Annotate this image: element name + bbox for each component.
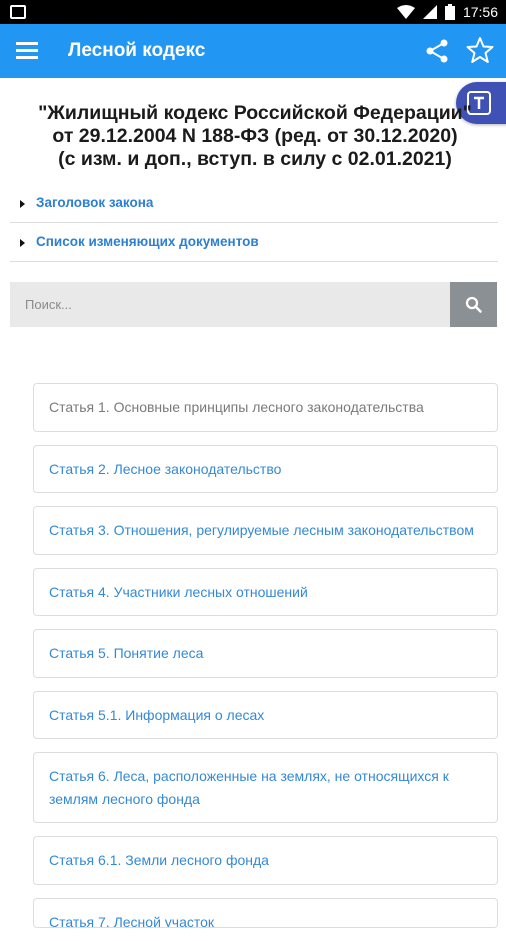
law-header-expander[interactable]: Заголовок закона	[10, 185, 498, 223]
article-item[interactable]: Статья 3. Отношения, регулируемые лесным…	[33, 506, 498, 555]
share-icon[interactable]	[424, 38, 450, 64]
search-button[interactable]	[450, 282, 497, 327]
search-bar	[10, 282, 497, 327]
article-item[interactable]: Статья 7. Лесной участок	[33, 897, 498, 928]
status-time: 17:56	[462, 4, 498, 20]
search-input[interactable]	[10, 282, 450, 327]
search-icon	[465, 296, 482, 313]
document-title-line: "Жилищный кодекс Российской Федерации"	[38, 102, 472, 124]
article-item[interactable]: Статья 5. Понятие леса	[33, 629, 498, 678]
article-item[interactable]: Статья 6. Леса, расположенные на землях,…	[33, 752, 498, 823]
signal-icon	[422, 5, 437, 19]
status-icons: 17:56	[396, 0, 498, 24]
app-title: Лесной кодекс	[68, 40, 206, 61]
status-bar: 17:56	[0, 0, 506, 24]
expander-label: Список изменяющих документов	[36, 234, 259, 249]
article-item[interactable]: Статья 2. Лесное законодательство	[33, 444, 498, 493]
notification-icon	[10, 5, 26, 19]
menu-icon[interactable]	[14, 39, 40, 63]
app-bar: Лесной кодекс	[0, 24, 506, 78]
amending-docs-expander[interactable]: Список изменяющих документов	[10, 224, 498, 262]
star-icon[interactable]	[466, 36, 494, 64]
expander-label: Заголовок закона	[36, 195, 154, 210]
expand-triangle-icon	[20, 200, 25, 208]
article-item[interactable]: Статья 6.1. Земли лесного фонда	[33, 836, 498, 885]
article-item[interactable]: Статья 4. Участники лесных отношений	[33, 567, 498, 616]
document-title-line: от 29.12.2004 N 188-ФЗ (ред. от 30.12.20…	[52, 125, 458, 147]
document-title-line: (с изм. и доп., вступ. в силу с 02.01.20…	[58, 148, 452, 170]
article-item[interactable]: Статья 5.1. Информация о лесах	[33, 690, 498, 739]
article-item[interactable]: Статья 1. Основные принципы лесного зако…	[33, 383, 498, 432]
battery-icon	[444, 4, 455, 20]
wifi-icon	[396, 5, 415, 19]
expand-triangle-icon	[20, 239, 25, 247]
article-list: Статья 1. Основные принципы лесного зако…	[33, 383, 498, 941]
document-title: "Жилищный кодекс Российской Федерации" о…	[10, 102, 500, 171]
